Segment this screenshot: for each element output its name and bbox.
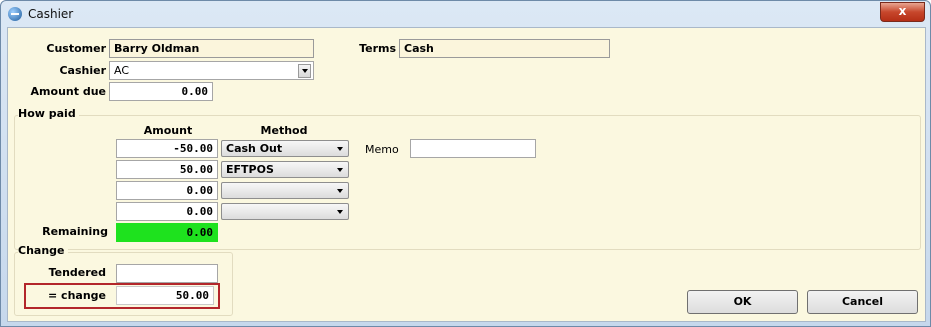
amount-column-header: Amount xyxy=(143,124,193,137)
cancel-button[interactable]: Cancel xyxy=(807,290,918,314)
payment-method-1-value: Cash Out xyxy=(226,142,283,155)
payment-method-4[interactable] xyxy=(221,203,349,220)
dialog-body: Customer Barry Oldman Terms Cash Cashier… xyxy=(7,27,926,322)
payment-method-1[interactable]: Cash Out xyxy=(221,140,349,157)
window-title: Cashier xyxy=(28,7,74,21)
chevron-down-icon[interactable] xyxy=(298,64,311,78)
chevron-down-icon xyxy=(337,147,343,151)
chevron-down-icon xyxy=(337,189,343,193)
memo-input[interactable] xyxy=(410,139,536,158)
payment-amount-4[interactable]: 0.00 xyxy=(116,202,218,221)
chevron-down-icon xyxy=(337,210,343,214)
customer-label: Customer xyxy=(46,42,106,55)
amount-due-label: Amount due xyxy=(30,85,106,98)
cashier-window: Cashier x Customer Barry Oldman Terms Ca… xyxy=(0,0,931,327)
payment-amount-3[interactable]: 0.00 xyxy=(116,181,218,200)
terms-label: Terms xyxy=(359,42,396,55)
payment-amount-1[interactable]: -50.00 xyxy=(116,139,218,158)
change-label: = change xyxy=(48,289,106,302)
customer-field: Barry Oldman xyxy=(109,39,314,58)
cashier-select-value: AC xyxy=(114,64,130,77)
payment-method-2-value: EFTPOS xyxy=(226,163,274,176)
chevron-down-icon xyxy=(337,168,343,172)
change-title: Change xyxy=(18,244,68,257)
close-button[interactable]: x xyxy=(880,2,925,22)
payment-amount-2[interactable]: 50.00 xyxy=(116,160,218,179)
method-column-header: Method xyxy=(260,124,308,137)
cashier-label: Cashier xyxy=(59,64,106,77)
how-paid-title: How paid xyxy=(18,107,79,120)
change-field: 50.00 xyxy=(116,286,214,305)
cashier-select[interactable]: AC xyxy=(109,61,314,80)
payment-method-3[interactable] xyxy=(221,182,349,199)
tendered-input[interactable] xyxy=(116,264,218,283)
title-bar[interactable]: Cashier x xyxy=(1,1,930,27)
terms-field: Cash xyxy=(399,39,610,58)
remaining-field: 0.00 xyxy=(116,223,218,242)
amount-due-field: 0.00 xyxy=(109,82,213,101)
tendered-label: Tendered xyxy=(48,266,106,279)
payment-method-2[interactable]: EFTPOS xyxy=(221,161,349,178)
remaining-label: Remaining xyxy=(42,225,108,238)
memo-label: Memo xyxy=(365,143,399,156)
app-icon xyxy=(8,7,22,21)
ok-button[interactable]: OK xyxy=(687,290,798,314)
